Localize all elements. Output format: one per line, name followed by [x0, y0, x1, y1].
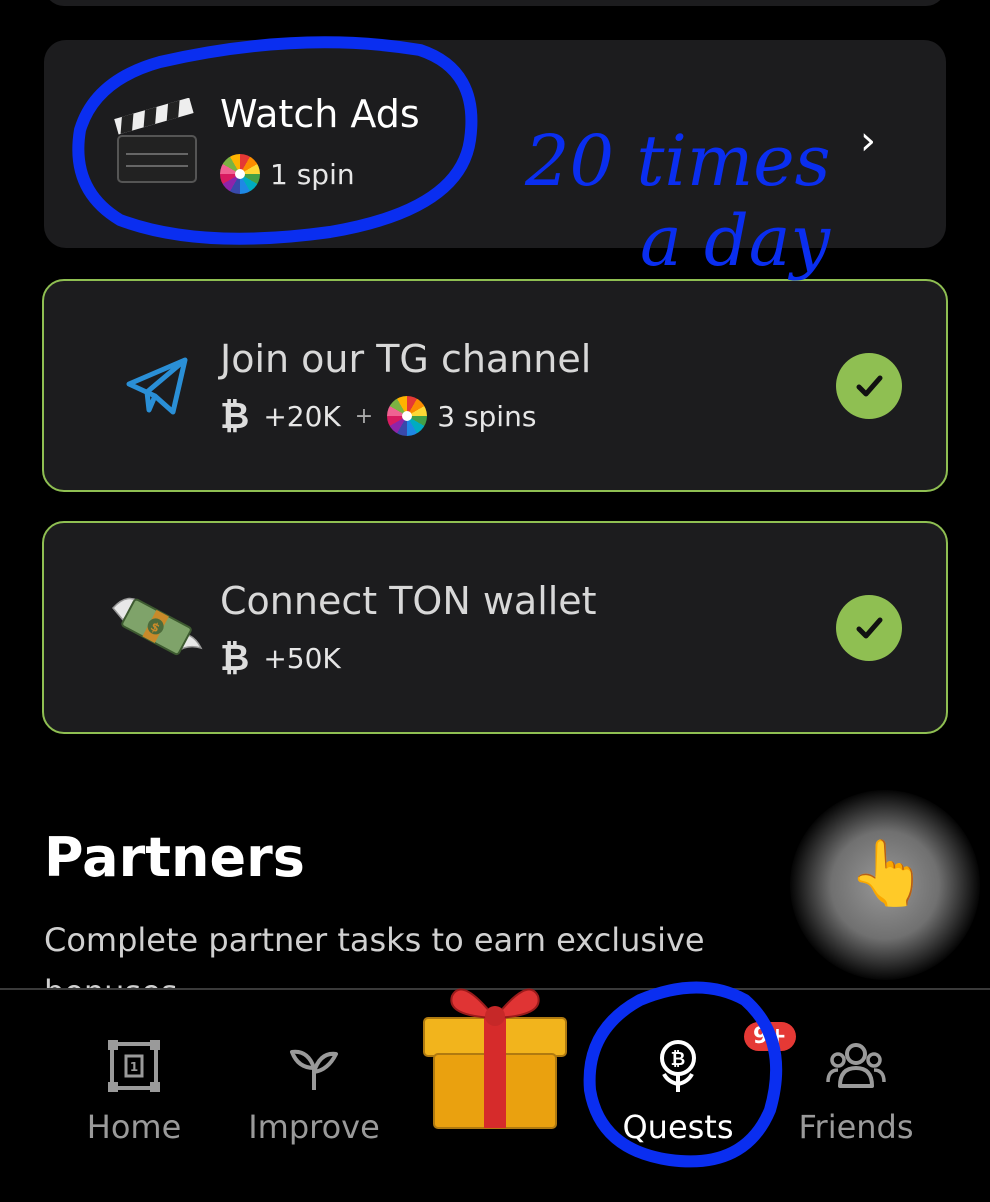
- task-card-watch-ads[interactable]: Watch Ads 1 spin ›: [44, 40, 946, 248]
- nav-quests-label: Quests: [622, 1108, 734, 1146]
- coin-icon: ₿: [220, 638, 250, 679]
- gift-button[interactable]: [412, 966, 578, 1132]
- spin-wheel-icon: [387, 396, 428, 436]
- home-icon: 1: [104, 1036, 164, 1100]
- partners-heading: Partners: [44, 826, 305, 889]
- nav-friends[interactable]: Friends: [766, 1036, 946, 1146]
- nav-home-label: Home: [86, 1108, 182, 1146]
- sprout-icon: [284, 1036, 344, 1100]
- task-title: Join our TG channel: [220, 337, 592, 381]
- checkmark-icon: [836, 595, 902, 661]
- task-reward: 1 spin: [220, 154, 355, 194]
- pointing-hand-icon: 👆: [848, 837, 928, 911]
- reward-spins: 1 spin: [270, 157, 355, 191]
- reward-coins: +20K: [263, 399, 341, 433]
- svg-text:1: 1: [130, 1060, 138, 1074]
- spin-wheel-icon: [220, 154, 260, 194]
- coin-icon: ₿: [220, 396, 250, 437]
- nav-friends-label: Friends: [798, 1108, 914, 1146]
- task-title: Watch Ads: [220, 92, 420, 136]
- task-reward: ₿ +50K: [220, 637, 341, 679]
- friends-icon: [824, 1036, 888, 1100]
- nav-improve-label: Improve: [248, 1108, 380, 1146]
- quests-icon: ₿ 9+: [648, 1022, 796, 1100]
- checkmark-icon: [836, 353, 902, 419]
- previous-card-edge: [44, 0, 946, 6]
- chevron-right-icon: ›: [860, 118, 876, 164]
- gift-icon: [423, 988, 567, 1129]
- money-with-wings-icon: $: [92, 561, 222, 691]
- clapperboard-icon: [92, 78, 222, 208]
- nav-quests[interactable]: ₿ 9+ Quests: [588, 1022, 796, 1146]
- task-reward: ₿ +20K + 3 spins: [220, 395, 536, 437]
- task-card-join-tg[interactable]: Join our TG channel ₿ +20K + 3 spins: [42, 279, 948, 492]
- reward-spins: 3 spins: [437, 399, 537, 433]
- reward-coins: +50K: [263, 641, 341, 675]
- svg-text:₿: ₿: [671, 1049, 686, 1070]
- telegram-icon: [92, 321, 222, 451]
- task-title: Connect TON wallet: [220, 579, 597, 623]
- nav-home[interactable]: 1 Home: [44, 1036, 224, 1146]
- task-card-connect-ton[interactable]: $ Connect TON wallet ₿ +50K: [42, 521, 948, 734]
- plus-separator: +: [354, 403, 374, 429]
- nav-improve[interactable]: Improve: [224, 1036, 404, 1146]
